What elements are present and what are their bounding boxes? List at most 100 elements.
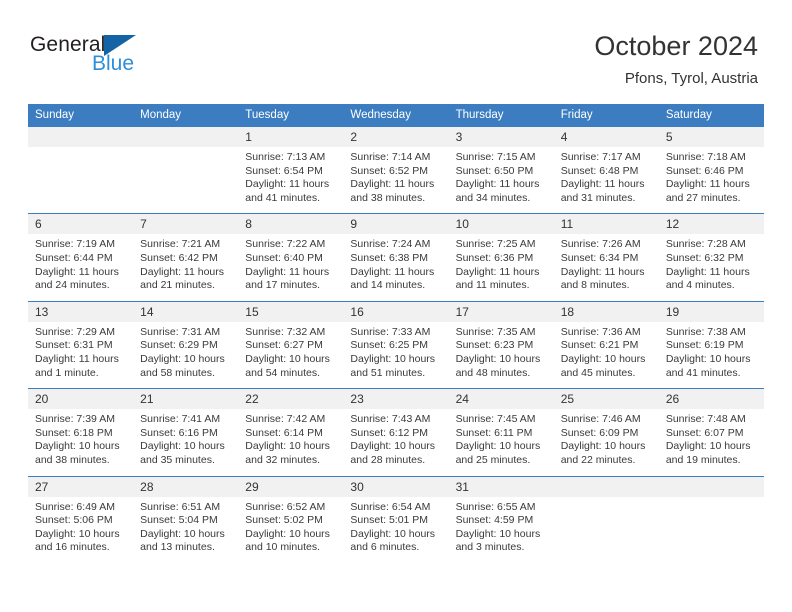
day-cell[interactable]: Sunrise: 7:22 AM Sunset: 6:40 PM Daylight:… <box>238 234 344 302</box>
daylight-text-cont: and 41 minutes. <box>245 191 320 204</box>
day-cell[interactable]: Sunrise: 7:38 AM Sunset: 6:19 PM Daylight:… <box>658 321 764 389</box>
week-daynumber-row: 20 21 22 23 24 25 26 <box>28 388 764 410</box>
day-cell[interactable]: Sunrise: 6:54 AM Sunset: 5:01 PM Daylight:… <box>343 496 449 563</box>
day-cell[interactable]: Sunrise: 7:32 AM Sunset: 6:27 PM Daylight:… <box>238 321 344 389</box>
day-cell[interactable]: Sunrise: 6:49 AM Sunset: 5:06 PM Daylight:… <box>28 496 134 563</box>
day-cell[interactable]: Sunrise: 7:48 AM Sunset: 6:07 PM Daylight:… <box>658 409 764 476</box>
sunrise-text: Sunrise: 7:32 AM <box>245 325 326 338</box>
day-number[interactable]: 4 <box>553 126 659 147</box>
day-number[interactable]: 7 <box>133 213 239 235</box>
day-number[interactable]: 5 <box>658 126 764 147</box>
day-cell[interactable]: Sunrise: 7:18 AM Sunset: 6:46 PM Daylight:… <box>658 147 764 214</box>
daylight-text-cont: and 41 minutes. <box>665 366 741 379</box>
sunrise-text: Sunrise: 7:46 AM <box>560 413 641 426</box>
daylight-text-cont: and 4 minutes. <box>665 279 735 292</box>
day-cell[interactable]: Sunrise: 7:28 AM Sunset: 6:32 PM Daylight:… <box>658 234 764 302</box>
day-number[interactable]: 1 <box>238 126 344 147</box>
day-cell[interactable]: Sunrise: 7:17 AM Sunset: 6:48 PM Daylight:… <box>553 147 659 214</box>
day-number[interactable]: 30 <box>343 475 449 497</box>
sunrise-text: Sunrise: 7:24 AM <box>350 238 431 251</box>
day-cell[interactable]: Sunrise: 7:33 AM Sunset: 6:25 PM Daylight:… <box>343 321 449 389</box>
day-number-empty <box>658 475 764 497</box>
day-number[interactable]: 13 <box>28 300 134 322</box>
sunrise-text: Sunrise: 7:26 AM <box>560 238 641 251</box>
day-number[interactable]: 3 <box>448 126 554 147</box>
day-cell[interactable]: Sunrise: 7:36 AM Sunset: 6:21 PM Daylight:… <box>553 321 659 389</box>
day-cell[interactable]: Sunrise: 7:39 AM Sunset: 6:18 PM Daylight:… <box>28 409 134 476</box>
day-cell[interactable]: Sunrise: 7:24 AM Sunset: 6:38 PM Daylight:… <box>343 234 449 302</box>
daylight-text-cont: and 3 minutes. <box>455 541 525 554</box>
sunset-text: Sunset: 6:18 PM <box>35 426 113 439</box>
daylight-text-cont: and 11 minutes. <box>455 279 530 292</box>
sunrise-text: Sunrise: 7:43 AM <box>350 413 431 426</box>
sunset-text: Sunset: 6:16 PM <box>140 426 218 439</box>
day-number[interactable]: 19 <box>658 300 764 322</box>
calendar-body: 1 2 3 4 5 Sunrise: 7:13 AM Sunset: 6:54 PM Dayl… <box>28 126 764 563</box>
day-number[interactable]: 31 <box>448 475 554 497</box>
day-cell[interactable]: Sunrise: 7:13 AM Sunset: 6:54 PM Daylight:… <box>238 147 344 214</box>
day-number[interactable]: 20 <box>28 388 134 410</box>
day-cell-empty <box>658 496 764 563</box>
day-cell-empty <box>28 147 134 214</box>
daylight-text: Daylight: 10 hours <box>455 440 541 453</box>
day-cell[interactable]: Sunrise: 7:29 AM Sunset: 6:31 PM Daylight:… <box>28 321 134 389</box>
week-detail-row: Sunrise: 7:13 AM Sunset: 6:54 PM Daylight:… <box>28 147 764 214</box>
daylight-text: Daylight: 10 hours <box>560 440 646 453</box>
sunrise-text: Sunrise: 6:51 AM <box>140 500 221 513</box>
daylight-text-cont: and 34 minutes. <box>455 191 531 204</box>
day-number[interactable]: 25 <box>553 388 659 410</box>
day-number[interactable]: 29 <box>238 475 344 497</box>
day-number[interactable]: 2 <box>343 126 449 147</box>
day-number[interactable]: 15 <box>238 300 344 322</box>
brand-logo[interactable]: General Blue <box>30 28 230 74</box>
day-cell[interactable]: Sunrise: 7:19 AM Sunset: 6:44 PM Daylight:… <box>28 234 134 302</box>
day-cell[interactable]: Sunrise: 7:15 AM Sunset: 6:50 PM Daylight:… <box>448 147 554 214</box>
day-cell[interactable]: Sunrise: 7:35 AM Sunset: 6:23 PM Daylight:… <box>448 321 554 389</box>
day-cell[interactable]: Sunrise: 7:14 AM Sunset: 6:52 PM Daylight:… <box>343 147 449 214</box>
day-number[interactable]: 21 <box>133 388 239 410</box>
day-cell[interactable]: Sunrise: 7:25 AM Sunset: 6:36 PM Daylight:… <box>448 234 554 302</box>
day-number[interactable]: 16 <box>343 300 449 322</box>
day-number[interactable]: 23 <box>343 388 449 410</box>
day-number[interactable]: 22 <box>238 388 344 410</box>
daylight-text: Daylight: 11 hours <box>350 178 435 191</box>
sunset-text: Sunset: 5:06 PM <box>35 514 113 527</box>
sunset-text: Sunset: 5:01 PM <box>350 514 429 527</box>
day-number[interactable]: 17 <box>448 300 554 322</box>
day-cell[interactable]: Sunrise: 7:31 AM Sunset: 6:29 PM Daylight:… <box>133 321 239 389</box>
day-number[interactable]: 24 <box>448 388 554 410</box>
day-number[interactable]: 14 <box>133 300 239 322</box>
day-number[interactable]: 6 <box>28 213 134 235</box>
day-number[interactable]: 28 <box>133 475 239 497</box>
day-number[interactable]: 18 <box>553 300 659 322</box>
day-cell[interactable]: Sunrise: 7:21 AM Sunset: 6:42 PM Daylight:… <box>133 234 239 302</box>
day-cell[interactable]: Sunrise: 6:55 AM Sunset: 4:59 PM Daylight:… <box>448 496 554 563</box>
sunset-text: Sunset: 5:04 PM <box>140 514 218 527</box>
day-cell[interactable]: Sunrise: 6:52 AM Sunset: 5:02 PM Daylight:… <box>238 496 344 563</box>
day-number[interactable]: 11 <box>553 213 659 235</box>
weekday-header-tuesday: Tuesday <box>238 104 344 127</box>
day-cell[interactable]: Sunrise: 7:43 AM Sunset: 6:12 PM Daylight:… <box>343 409 449 476</box>
day-cell[interactable]: Sunrise: 7:46 AM Sunset: 6:09 PM Daylight:… <box>553 409 659 476</box>
day-number[interactable]: 10 <box>448 213 554 235</box>
day-cell[interactable]: Sunrise: 7:26 AM Sunset: 6:34 PM Daylight:… <box>553 234 659 302</box>
day-number[interactable]: 26 <box>658 388 764 410</box>
daylight-text-cont: and 58 minutes. <box>140 366 215 379</box>
daylight-text: Daylight: 10 hours <box>455 352 541 365</box>
day-number[interactable]: 12 <box>658 213 764 235</box>
daylight-text-cont: and 17 minutes. <box>245 279 320 292</box>
sunset-text: Sunset: 6:50 PM <box>455 164 534 177</box>
day-cell[interactable]: Sunrise: 7:42 AM Sunset: 6:14 PM Daylight:… <box>238 409 344 476</box>
day-number[interactable]: 27 <box>28 475 134 497</box>
day-number[interactable]: 8 <box>238 213 344 235</box>
daylight-text-cont: and 35 minutes. <box>140 453 215 466</box>
sunset-text: Sunset: 5:02 PM <box>245 514 323 527</box>
daylight-text-cont: and 19 minutes. <box>665 453 741 466</box>
sunrise-text: Sunrise: 7:21 AM <box>140 238 221 251</box>
day-number[interactable]: 9 <box>343 213 449 235</box>
daylight-text: Daylight: 10 hours <box>245 440 330 453</box>
day-cell[interactable]: Sunrise: 6:51 AM Sunset: 5:04 PM Daylight:… <box>133 496 239 563</box>
day-cell[interactable]: Sunrise: 7:45 AM Sunset: 6:11 PM Daylight:… <box>448 409 554 476</box>
sunset-text: Sunset: 6:54 PM <box>245 164 323 177</box>
day-cell[interactable]: Sunrise: 7:41 AM Sunset: 6:16 PM Daylight:… <box>133 409 239 476</box>
